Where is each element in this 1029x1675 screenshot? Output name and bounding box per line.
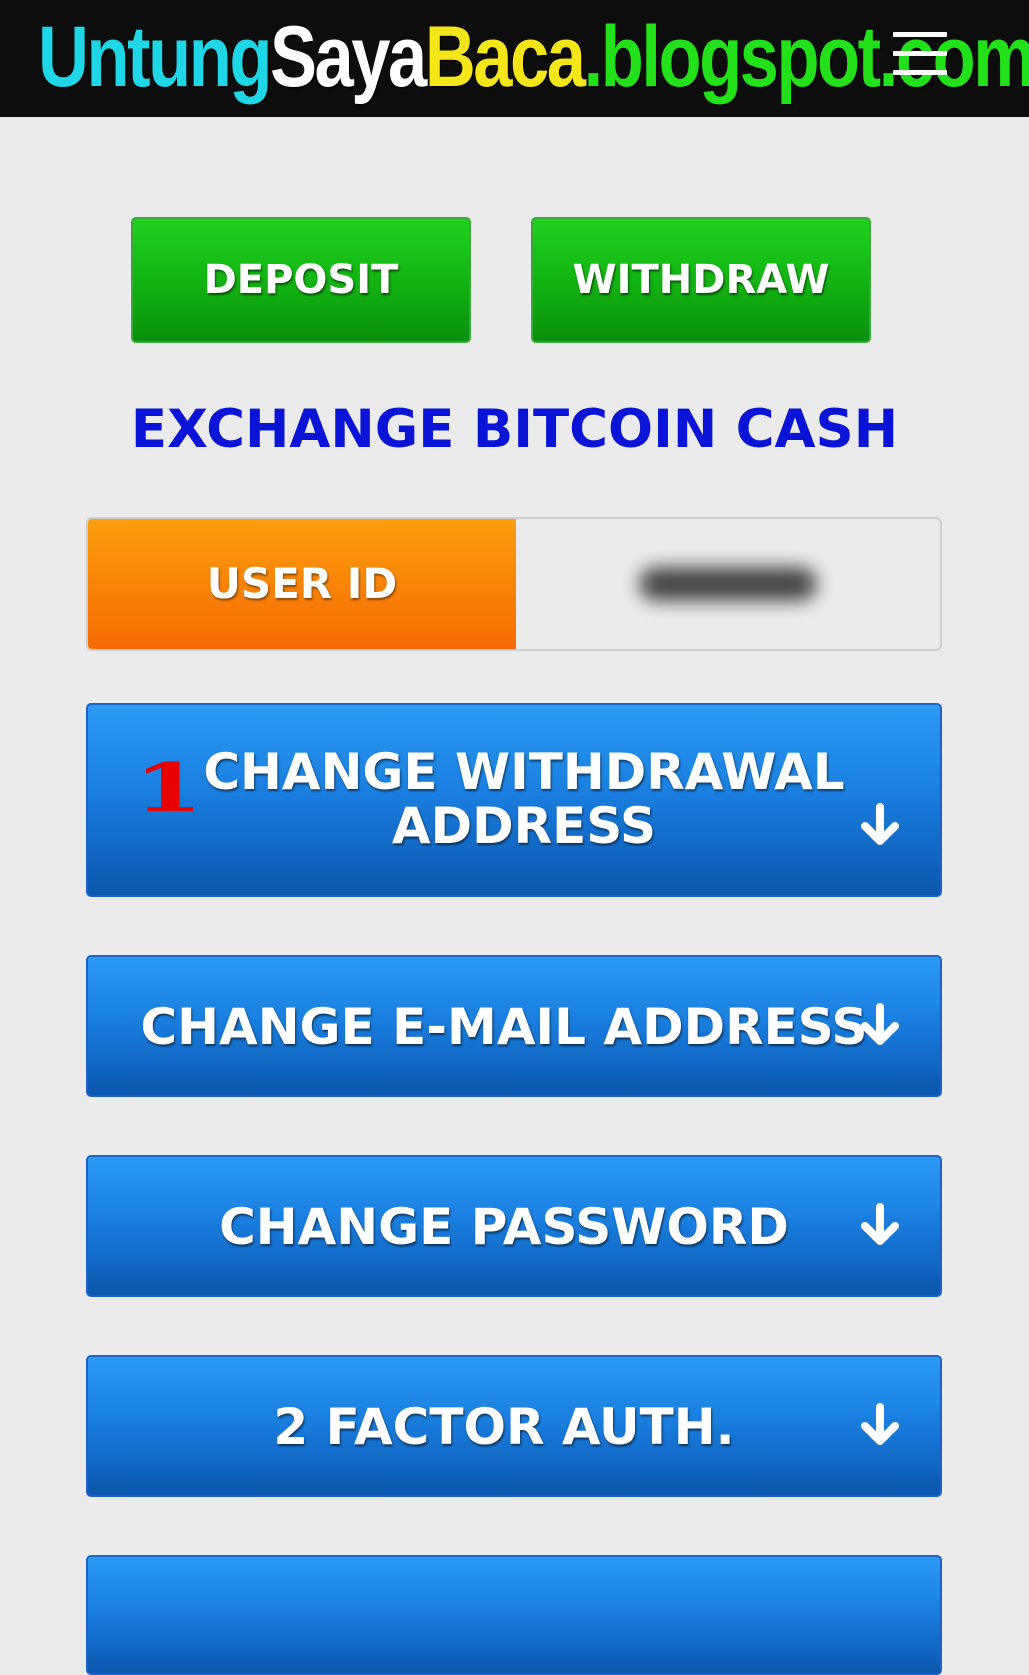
change-withdrawal-address-label: CHANGE WITHDRAWAL ADDRESS [108,745,940,853]
logo-part-untung: Untung [38,9,272,105]
two-factor-auth-button[interactable]: 2 FACTOR AUTH. [86,1355,942,1497]
menu-bar-middle [893,51,947,56]
logo-part-saya: Saya [269,9,427,105]
user-id-label: USER ID [88,519,516,649]
site-logo[interactable]: UntungSayaBaca.blogspot.com [38,2,1029,112]
deposit-button[interactable]: DEPOSIT [131,217,471,343]
next-settings-button-partial[interactable] [86,1555,942,1675]
arrow-down-icon [861,1403,899,1445]
site-header: UntungSayaBaca.blogspot.com [0,0,1029,117]
withdrawal-label-line1: CHANGE WITHDRAWAL [203,743,845,801]
change-withdrawal-address-button[interactable]: 1 CHANGE WITHDRAWAL ADDRESS [86,703,942,897]
change-password-label: CHANGE PASSWORD [219,1198,789,1256]
logo-part-baca: Baca [424,9,586,105]
hamburger-menu-icon[interactable] [893,32,947,76]
two-factor-auth-label: 2 FACTOR AUTH. [273,1398,735,1456]
change-email-address-button[interactable]: CHANGE E-MAIL ADDRESS [86,955,942,1097]
page-title: EXCHANGE BITCOIN CASH [130,399,899,460]
arrow-down-icon [861,1003,899,1045]
change-email-address-label: CHANGE E-MAIL ADDRESS [140,998,868,1056]
withdraw-button[interactable]: WITHDRAW [531,217,871,343]
logo-part-domain: .blogspot.com [583,9,1029,105]
menu-bar-bottom [893,70,947,75]
arrow-down-icon [861,1203,899,1245]
withdrawal-label-line2: ADDRESS [391,797,657,855]
user-id-row: USER ID [86,517,942,651]
blurred-user-id [639,567,817,601]
arrow-down-icon [861,803,899,845]
user-id-value [516,519,940,649]
menu-bar-top [893,32,947,37]
change-password-button[interactable]: CHANGE PASSWORD [86,1155,942,1297]
